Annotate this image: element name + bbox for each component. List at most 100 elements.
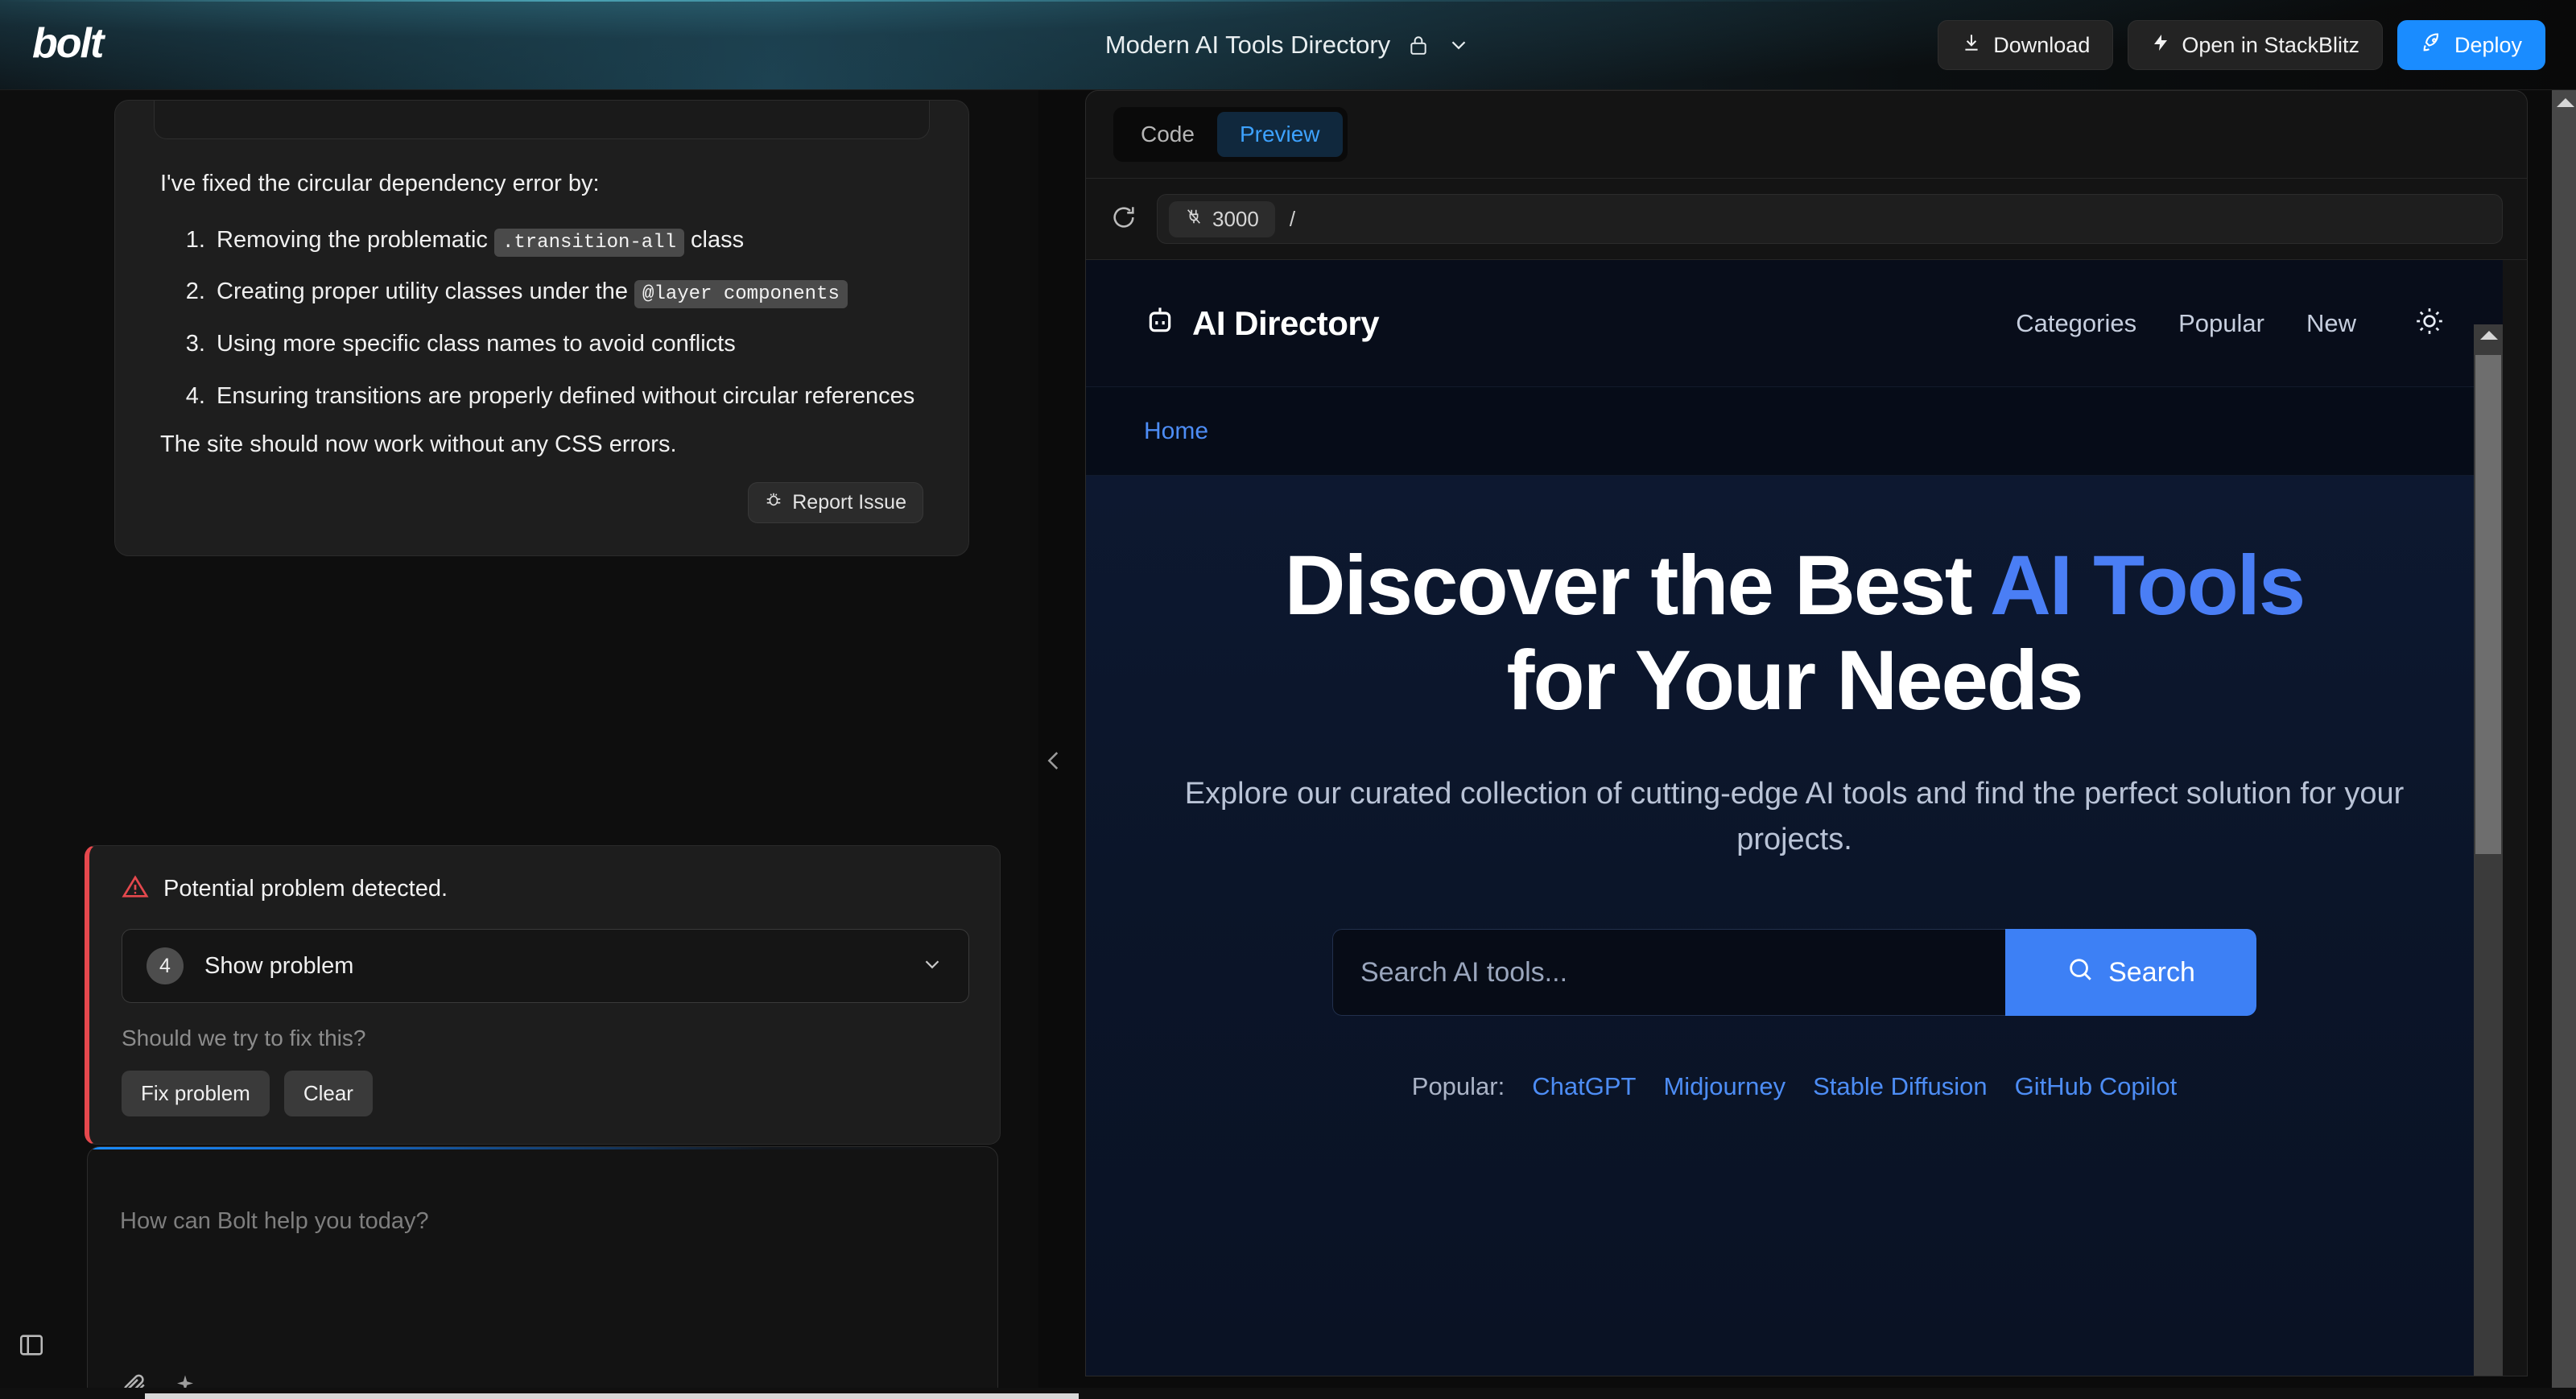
lightning-icon [2151, 31, 2170, 60]
chevron-down-icon[interactable] [1447, 33, 1471, 57]
popular-link-github-copilot[interactable]: GitHub Copilot [2015, 1072, 2178, 1101]
search-icon [2066, 955, 2094, 990]
list-item-text: Creating proper utility classes under th… [217, 279, 635, 305]
preview-urlbar-row: 3000 / [1086, 178, 2527, 260]
chat-input-placeholder: How can Bolt help you today? [120, 1208, 429, 1234]
popular-link-stable-diffusion[interactable]: Stable Diffusion [1813, 1072, 1988, 1101]
popular-label: Popular: [1411, 1072, 1505, 1101]
scroll-up-arrow-icon[interactable] [2480, 331, 2498, 340]
header-actions: Download Open in StackBlitz Deploy [1938, 0, 2545, 90]
chat-input-box[interactable]: How can Bolt help you today? [87, 1146, 998, 1399]
show-problem-label: Show problem [204, 952, 354, 979]
robot-icon [1144, 304, 1176, 342]
hero-heading-accent: AI Tools [1989, 539, 2306, 633]
download-button[interactable]: Download [1938, 20, 2114, 70]
message-list: Removing the problematic .transition-all… [160, 223, 923, 415]
hero-subtitle: Explore our curated collection of cuttin… [1184, 777, 2405, 857]
search-input[interactable]: Search AI tools... [1332, 929, 2005, 1017]
tab-code[interactable]: Code [1118, 112, 1217, 157]
deploy-label: Deploy [2454, 32, 2522, 57]
popular-link-chatgpt[interactable]: ChatGPT [1532, 1072, 1636, 1101]
page-title: Modern AI Tools Directory [1104, 31, 1391, 59]
report-issue-button[interactable]: Report Issue [748, 482, 923, 524]
hero-heading-part1: Discover the Best [1284, 539, 1990, 633]
chevron-left-icon [1040, 743, 1067, 782]
search-button[interactable]: Search [2005, 929, 2256, 1017]
hero-search: Search AI tools... Search [1332, 929, 2256, 1017]
report-issue-label: Report Issue [792, 491, 906, 514]
reload-icon[interactable] [1110, 204, 1137, 235]
site-nav-links: Categories Popular New [2016, 306, 2445, 340]
inline-code: @layer components [634, 280, 848, 309]
show-problem-row[interactable]: 4 Show problem [122, 929, 969, 1003]
problem-count-badge: 4 [147, 947, 184, 984]
preview-iframe-content: AI Directory Categories Popular New Home [1086, 260, 2503, 1376]
alert-title: Potential problem detected. [163, 876, 448, 902]
report-row: Report Issue [160, 482, 923, 524]
list-item: Ensuring transitions are properly define… [212, 379, 923, 414]
list-item-text: Removing the problematic [217, 226, 494, 253]
bolt-app-window: bolt Modern AI Tools Directory Download … [0, 0, 2576, 1399]
list-item: Creating proper utility classes under th… [212, 274, 923, 309]
list-item-text-post: class [684, 226, 745, 253]
download-icon [1961, 32, 1982, 59]
hero-heading: Discover the Best AI Tools for Your Need… [1134, 539, 2454, 728]
site-logo-text: AI Directory [1192, 303, 1380, 342]
collapse-chat-handle[interactable] [1037, 734, 1071, 790]
list-item: Using more specific class names to avoid… [212, 327, 923, 361]
panel-toggle-icon[interactable] [18, 1331, 45, 1363]
site-navbar: AI Directory Categories Popular New [1086, 260, 2503, 387]
horizontal-scrollbar-thumb[interactable] [145, 1393, 1079, 1399]
rocket-icon [2421, 31, 2443, 60]
tab-preview[interactable]: Preview [1216, 112, 1343, 157]
list-item: Removing the problematic .transition-all… [212, 223, 923, 258]
bug-icon [765, 491, 782, 514]
message-lead: I've fixed the circular dependency error… [160, 171, 600, 196]
nav-link-categories[interactable]: Categories [2016, 309, 2136, 338]
inline-code: .transition-all [493, 228, 684, 257]
horizontal-scrollbar[interactable] [0, 1388, 2576, 1399]
message-artifact-box [154, 101, 930, 139]
iframe-scrollbar-thumb[interactable] [2475, 355, 2501, 854]
nav-link-popular[interactable]: Popular [2178, 309, 2264, 338]
app-header: bolt Modern AI Tools Directory Download … [0, 0, 2576, 90]
message-footer: The site should now work without any CSS… [160, 431, 677, 458]
plug-icon [1185, 207, 1203, 232]
deploy-button[interactable]: Deploy [2396, 20, 2545, 70]
port-chip[interactable]: 3000 [1169, 200, 1275, 237]
hero-heading-part2: for Your Needs [1506, 633, 2084, 728]
alert-header: Potential problem detected. [122, 873, 969, 905]
list-item-text: Using more specific class names to avoid… [217, 331, 736, 357]
code-preview-toggle: Code Preview [1113, 107, 1348, 162]
window-scrollbar[interactable] [2552, 90, 2576, 1399]
list-item-text: Ensuring transitions are properly define… [217, 383, 915, 410]
clear-button[interactable]: Clear [283, 1071, 373, 1116]
search-button-label: Search [2108, 956, 2195, 988]
iframe-scrollbar[interactable] [2474, 324, 2503, 1376]
download-label: Download [1993, 32, 2091, 57]
message-body: I've fixed the circular dependency error… [115, 139, 968, 555]
popular-row: Popular: ChatGPT Midjourney Stable Diffu… [1134, 1072, 2454, 1101]
chat-panel: I've fixed the circular dependency error… [0, 90, 1038, 1399]
alert-question: Should we try to fix this? [122, 1026, 366, 1050]
nav-link-new[interactable]: New [2306, 309, 2356, 338]
open-in-stackblitz-button[interactable]: Open in StackBlitz [2128, 20, 2383, 70]
lock-icon[interactable] [1408, 33, 1429, 57]
alert-buttons: Fix problem Clear [122, 1071, 969, 1116]
sun-icon[interactable] [2414, 306, 2445, 340]
breadcrumb-home[interactable]: Home [1144, 418, 1208, 445]
problem-alert: Potential problem detected. 4 Show probl… [85, 845, 1001, 1145]
breadcrumb: Home [1086, 387, 2503, 476]
preview-panel: Code Preview 3000 / AI Directory Categor… [1085, 90, 2528, 1376]
chevron-down-icon[interactable] [920, 952, 944, 980]
preview-tabbar: Code Preview [1086, 91, 2527, 178]
hero-section: Discover the Best AI Tools for Your Need… [1086, 476, 2503, 1376]
fix-problem-button[interactable]: Fix problem [122, 1071, 270, 1116]
port-number: 3000 [1212, 206, 1259, 231]
site-logo[interactable]: AI Directory [1144, 303, 1380, 343]
scroll-up-arrow-icon[interactable] [2557, 98, 2574, 107]
url-path: / [1289, 206, 1296, 231]
preview-url-input[interactable]: 3000 / [1157, 194, 2503, 244]
assistant-message-card: I've fixed the circular dependency error… [114, 100, 969, 557]
popular-link-midjourney[interactable]: Midjourney [1663, 1072, 1785, 1101]
